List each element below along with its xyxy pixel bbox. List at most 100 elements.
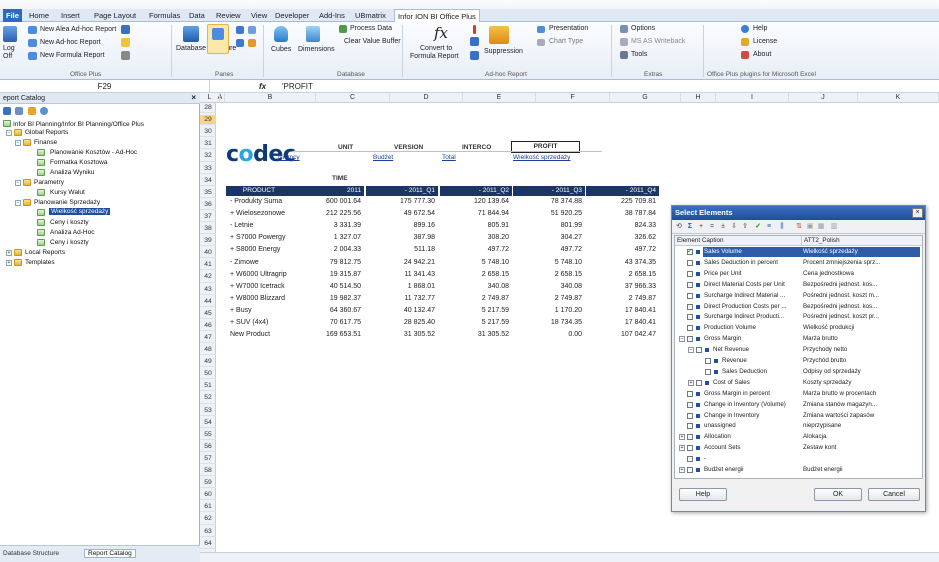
row-header-33[interactable]: 33: [200, 164, 216, 174]
value-cell[interactable]: 5 217.59: [440, 319, 509, 326]
column-header-d[interactable]: D: [390, 93, 463, 103]
row-label-cell[interactable]: - Produkty Suma: [230, 198, 300, 205]
row-header-49[interactable]: 49: [200, 357, 216, 368]
element-row[interactable]: Surcharge Indirect Producti... Pośredni j…: [675, 312, 922, 322]
element-row[interactable]: + Budżet energii Budżet energii: [675, 465, 922, 475]
element-checkbox[interactable]: [696, 347, 702, 354]
row-label-cell[interactable]: + W6000 Ultragrip: [230, 271, 300, 278]
tree-item-kursy-walut[interactable]: Kursy Walut: [50, 189, 85, 196]
new-adhoc-button[interactable]: New Ad-hoc Report: [40, 39, 101, 46]
pane-icon-1[interactable]: [236, 26, 244, 34]
row-header-34[interactable]: 34: [200, 176, 216, 186]
value-cell[interactable]: 511.18: [366, 246, 435, 253]
new-alea-button[interactable]: New Alea Ad-hoc Report: [40, 26, 116, 33]
element-checkbox[interactable]: [687, 292, 693, 299]
element-row[interactable]: + Allocation Alokacja: [675, 432, 922, 442]
formula-input[interactable]: 'PROFIT: [282, 80, 313, 93]
value-cell[interactable]: 120 139.64: [440, 198, 509, 205]
element-row[interactable]: Surcharge Indirect Material ... Pośredni …: [675, 291, 922, 301]
filter-icon[interactable]: ▣: [806, 223, 814, 231]
interco-link[interactable]: Total: [442, 154, 456, 161]
adhoc-icon-1[interactable]: [470, 37, 479, 46]
print-icon[interactable]: [121, 51, 130, 60]
pane-icon-4[interactable]: [248, 39, 256, 47]
column-header-l[interactable]: L: [200, 93, 220, 103]
close-icon[interactable]: ×: [191, 93, 196, 102]
row-header-42[interactable]: 42: [200, 272, 216, 283]
row-header-55[interactable]: 55: [200, 430, 216, 440]
element-row[interactable]: Sales Deduction Odpisy od sprzedaży: [675, 367, 922, 377]
value-cell[interactable]: 497.72: [440, 246, 509, 253]
column-header-c[interactable]: C: [316, 93, 390, 103]
value-cell[interactable]: 28 825.40: [366, 319, 435, 326]
value-cell[interactable]: 387.98: [366, 234, 435, 241]
value-cell[interactable]: 225 709.81: [586, 198, 656, 205]
chart-type-button[interactable]: Chart Type: [549, 38, 583, 45]
value-cell[interactable]: 2 658.15: [440, 271, 509, 278]
row-header-31[interactable]: 31: [200, 139, 216, 150]
element-row[interactable]: unassigned nieprzypisane: [675, 421, 922, 431]
row-header-54[interactable]: 54: [200, 418, 216, 428]
sum-icon[interactable]: Σ: [686, 223, 694, 231]
value-cell[interactable]: 64 360.67: [292, 307, 361, 314]
dimensions-icon[interactable]: [306, 26, 320, 42]
dimensions-button[interactable]: Dimensions: [298, 46, 335, 53]
tree-item-local-reports[interactable]: Local Reports: [25, 249, 65, 256]
tree-item-planowanie-kosztow[interactable]: Planowanie Kosztów - Ad-Hoc: [50, 149, 137, 156]
row-header-57[interactable]: 57: [200, 454, 216, 465]
value-cell[interactable]: 11 341.43: [366, 271, 435, 278]
value-cell[interactable]: 19 315.87: [292, 271, 361, 278]
value-cell[interactable]: 3 331.39: [292, 222, 361, 229]
fx-button[interactable]: fx: [259, 80, 266, 93]
formula-report-label[interactable]: Formula Report: [410, 53, 459, 60]
save-icon[interactable]: [121, 25, 130, 34]
value-cell[interactable]: 899.16: [366, 222, 435, 229]
row-header-48[interactable]: 48: [200, 345, 216, 356]
value-cell[interactable]: 801.99: [513, 222, 582, 229]
value-cell[interactable]: 308.20: [440, 234, 509, 241]
database-structure-icon[interactable]: [183, 26, 199, 42]
value-cell[interactable]: 24 942.21: [366, 259, 435, 266]
value-cell[interactable]: 70 617.75: [292, 319, 361, 326]
row-label-cell[interactable]: + W8000 Blizzard: [230, 295, 300, 302]
collapse-icon[interactable]: −: [15, 200, 21, 206]
collapse-icon[interactable]: −: [688, 347, 694, 354]
element-checkbox[interactable]: [687, 456, 693, 463]
tab-database-structure[interactable]: Database Structure: [3, 550, 59, 557]
element-row[interactable]: Sales Deduction in percent Procent zmniej…: [675, 258, 922, 268]
element-checkbox[interactable]: [687, 303, 693, 310]
about-button[interactable]: About: [753, 51, 771, 58]
row-header-51[interactable]: 51: [200, 381, 216, 392]
row-header-29[interactable]: 29: [200, 115, 216, 126]
value-cell[interactable]: 2 749.87: [513, 295, 582, 302]
tree-item-ceny-i-koszty[interactable]: Ceny i koszty: [50, 219, 89, 226]
folder-icon[interactable]: [28, 107, 36, 115]
process-data-button[interactable]: Process Data: [350, 25, 392, 32]
equals-icon[interactable]: =: [708, 223, 716, 231]
element-checkbox[interactable]: [687, 259, 693, 266]
table-header-cell[interactable]: - 2011_Q3: [513, 186, 585, 196]
row-header-38[interactable]: 38: [200, 224, 216, 235]
plus-minus-icon[interactable]: ±: [719, 223, 727, 231]
value-cell[interactable]: 340.08: [440, 283, 509, 290]
element-row[interactable]: Price per Unit Cena jednostkowa: [675, 269, 922, 279]
value-cell[interactable]: 107 042.47: [586, 331, 656, 338]
value-cell[interactable]: 5 748.10: [513, 259, 582, 266]
expand-icon[interactable]: +: [679, 434, 685, 441]
table-header-cell[interactable]: 2011: [292, 186, 364, 196]
value-cell[interactable]: 40 514.50: [292, 283, 361, 290]
table-header-cell[interactable]: PRODUCT: [226, 186, 292, 196]
row-label-cell[interactable]: + S7000 Powergy: [230, 234, 300, 241]
element-checkbox[interactable]: [687, 423, 693, 430]
columns-icon[interactable]: ⫼: [778, 223, 786, 231]
cancel-button[interactable]: Cancel: [868, 488, 920, 501]
row-header-53[interactable]: 53: [200, 406, 216, 416]
element-row[interactable]: Production Volume Wielkość produkcji: [675, 323, 922, 333]
value-cell[interactable]: 19 982.37: [292, 295, 361, 302]
value-cell[interactable]: 43 374.35: [586, 259, 656, 266]
unit-link[interactable]: Niemcy: [278, 154, 300, 161]
cubes-icon[interactable]: [274, 26, 288, 42]
tab-infor-ion-bi[interactable]: Infor ION BI Office Plus: [394, 9, 480, 23]
value-cell[interactable]: 175 777.30: [366, 198, 435, 205]
value-cell[interactable]: 600 001.64: [292, 198, 361, 205]
